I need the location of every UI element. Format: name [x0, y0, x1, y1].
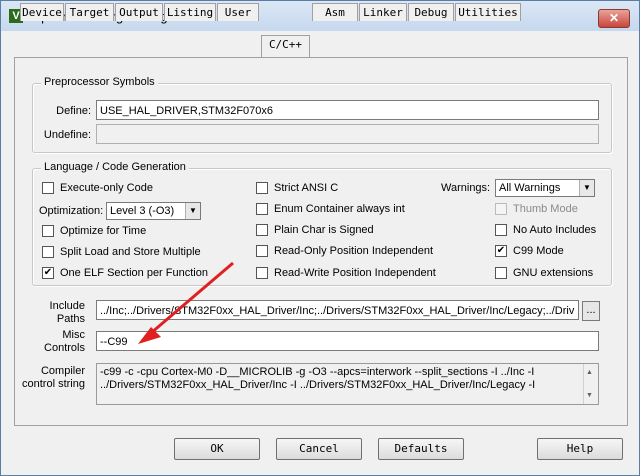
annotation-arrow-head	[138, 327, 161, 344]
annotation-arrow	[138, 261, 234, 344]
annotation-arrow-shaft	[150, 261, 234, 335]
options-dialog: V Options for Target 'Program' ✕ Device …	[0, 0, 640, 476]
tab-c-cpp[interactable]: C/C++	[261, 35, 310, 57]
